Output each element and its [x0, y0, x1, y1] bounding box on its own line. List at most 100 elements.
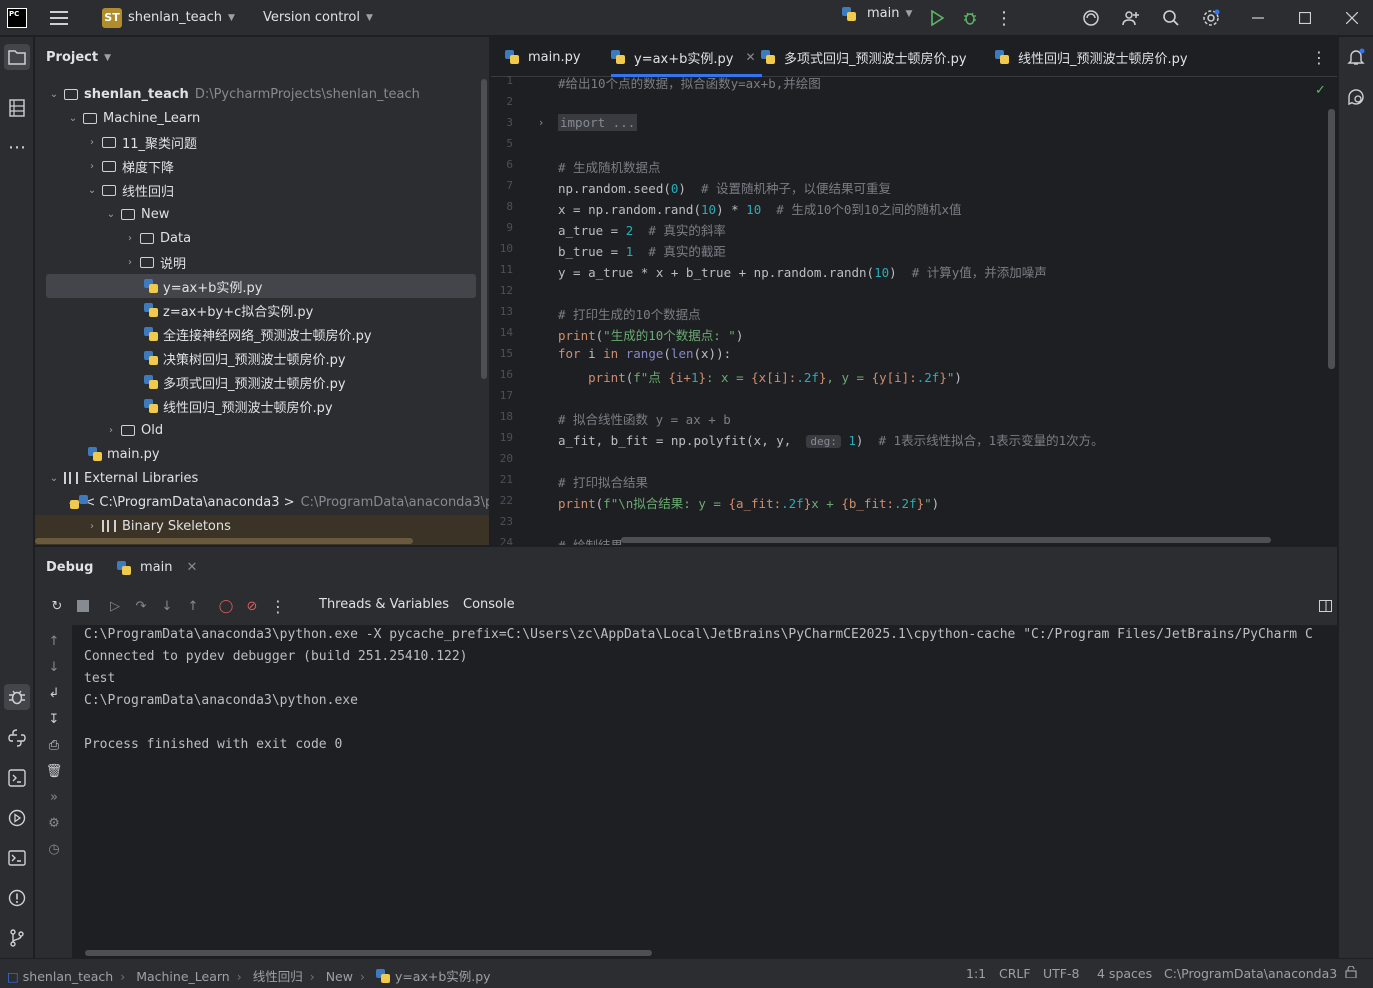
history-clock-icon[interactable]: ◷	[45, 840, 63, 858]
chevron-right-icon[interactable]: ›	[86, 161, 98, 172]
step-into-icon[interactable]: ↓	[158, 597, 176, 615]
close-tab-icon[interactable]: ✕	[186, 560, 197, 575]
code-line[interactable]: np.random.seed(0) # 设置随机种子，以便结果可重复	[558, 178, 891, 197]
interpreter-widget[interactable]: C:\ProgramData\anaconda3	[1164, 966, 1337, 981]
chevron-down-icon[interactable]: ⌄	[105, 209, 117, 220]
tree-item-file[interactable]: 决策树回归_预测波士顿房价.py	[35, 346, 489, 370]
step-over-icon[interactable]: ↷	[132, 597, 150, 615]
tree-item-linear-regression[interactable]: ⌄ 线性回归	[35, 178, 489, 202]
chevron-right-icon[interactable]: ›	[124, 257, 136, 268]
ai-chat-icon[interactable]	[1343, 84, 1369, 110]
project-scrollbar-horizontal[interactable]	[35, 538, 413, 544]
tree-item-binary-skeletons[interactable]: › Binary Skeletons	[35, 514, 489, 538]
tree-item-main-py[interactable]: main.py	[35, 442, 489, 466]
tab-options-icon[interactable]: ⋮	[1311, 37, 1327, 77]
scroll-to-end-icon[interactable]: ↧	[45, 710, 63, 728]
chevron-right-icon[interactable]: ›	[105, 425, 117, 436]
tree-item-new[interactable]: ⌄ New	[35, 202, 489, 226]
structure-icon[interactable]	[4, 95, 30, 121]
maximize-icon[interactable]	[1292, 5, 1318, 31]
run-icon[interactable]	[924, 5, 950, 31]
tree-item-selected-file[interactable]: y=ax+b实例.py	[46, 274, 476, 298]
add-user-icon[interactable]	[1118, 5, 1144, 31]
code-line[interactable]: x = np.random.rand(10) * 10 # 生成10个0到10之…	[558, 199, 962, 218]
caret-position[interactable]: 1:1	[966, 966, 986, 981]
chevron-right-icon[interactable]: ›	[86, 137, 98, 148]
code-line[interactable]: print("生成的10个数据点: ")	[558, 325, 743, 344]
tab-threads-variables[interactable]: Threads & Variables	[319, 597, 449, 612]
breadcrumb-item[interactable]: y=ax+b实例.py	[395, 969, 491, 984]
search-icon[interactable]	[1158, 5, 1184, 31]
code-line[interactable]: import ...	[558, 114, 638, 131]
project-scrollbar-vertical[interactable]	[481, 79, 487, 379]
settings-gear-icon[interactable]	[1198, 5, 1224, 31]
soft-wrap-icon[interactable]: ↲	[45, 684, 63, 702]
tree-item-file[interactable]: 全连接神经网络_预测波士顿房价.py	[35, 322, 489, 346]
chevron-down-icon[interactable]: ⌄	[48, 473, 60, 484]
tree-item-machine-learn[interactable]: ⌄ Machine_Learn	[35, 106, 489, 130]
close-icon[interactable]	[1339, 5, 1365, 31]
clear-trash-icon[interactable]: 🗑	[45, 762, 63, 780]
more-options-icon[interactable]: ⋮	[269, 597, 287, 616]
code-line[interactable]: print(f"点 {i+1}: x = {x[i]:.2f}, y = {y[…	[558, 367, 962, 386]
code-line[interactable]: a_true = 2 # 真实的斜率	[558, 220, 726, 239]
code-line[interactable]: y = a_true * x + b_true + np.random.rand…	[558, 262, 1047, 281]
notifications-bell-icon[interactable]	[1343, 44, 1369, 70]
tab-active-file[interactable]: y=ax+b实例.py ✕	[611, 37, 762, 77]
mute-breakpoints-icon[interactable]: ⊘	[243, 597, 261, 615]
project-panel-title[interactable]: Project ▼	[46, 50, 111, 65]
chevron-down-icon[interactable]: ⌄	[48, 89, 60, 100]
step-out-icon[interactable]: ↑	[184, 597, 202, 615]
tree-item-external-libraries[interactable]: ⌄ External Libraries	[35, 466, 489, 490]
code-line[interactable]: print(f"\n拟合结果: y = {a_fit:.2f}x + {b_fi…	[558, 493, 939, 512]
line-separator[interactable]: CRLF	[999, 966, 1031, 981]
breadcrumb-item[interactable]: Machine_Learn	[136, 969, 230, 984]
code-line[interactable]: #给出10个点的数据，拟合函数y=ax+b,并绘图	[558, 73, 821, 92]
code-line[interactable]: for i in range(len(x)):	[558, 346, 731, 361]
python-console-icon[interactable]: ⚙	[45, 814, 63, 832]
pycharm-logo-icon[interactable]: PC	[7, 7, 27, 28]
code-line[interactable]: a_fit, b_fit = np.polyfit(x, y, deg: 1) …	[558, 430, 1104, 449]
breadcrumb-item[interactable]: New	[326, 969, 353, 984]
folded-imports[interactable]: import ...	[558, 114, 638, 131]
console-output[interactable]: C:\ProgramData\anaconda3\python.exe -X p…	[72, 625, 1337, 959]
tree-item-docs[interactable]: › 说明	[35, 250, 489, 274]
stop-icon[interactable]	[74, 597, 92, 615]
run-config-widget[interactable]: main ▼	[842, 6, 912, 21]
code-line[interactable]: # 生成随机数据点	[558, 157, 661, 176]
terminal-icon[interactable]	[4, 845, 30, 871]
python-console-icon[interactable]	[4, 765, 30, 791]
print-icon[interactable]: ⎙	[45, 736, 63, 754]
code-line[interactable]: # 绘制结果	[558, 535, 623, 545]
resume-icon[interactable]: ▷	[106, 597, 124, 615]
tab-polynomial-regression[interactable]: 多项式回归_预测波士顿房价.py	[761, 37, 967, 77]
scroll-up-icon[interactable]: ↑	[45, 632, 63, 650]
code-line[interactable]: b_true = 1 # 真实的截距	[558, 241, 726, 260]
chevron-right-icon[interactable]: ›	[124, 233, 136, 244]
problems-icon[interactable]	[4, 885, 30, 911]
tab-main-py[interactable]: main.py	[505, 37, 581, 77]
editor-scrollbar-vertical[interactable]	[1328, 109, 1335, 369]
tab-linear-regression[interactable]: 线性回归_预测波士顿房价.py	[995, 37, 1188, 77]
tree-item-old[interactable]: › Old	[35, 418, 489, 442]
scroll-down-icon[interactable]: ↓	[45, 658, 63, 676]
editor-scrollbar-horizontal[interactable]	[621, 537, 1271, 543]
ai-assistant-icon[interactable]	[1078, 5, 1104, 31]
services-icon[interactable]	[4, 805, 30, 831]
code-line[interactable]: # 打印拟合结果	[558, 472, 648, 491]
chevron-down-icon[interactable]: ⌄	[86, 185, 98, 196]
debug-bug-icon[interactable]	[4, 684, 30, 710]
breadcrumb-item[interactable]: 线性回归	[253, 969, 303, 984]
view-breakpoints-icon[interactable]: ◯	[217, 597, 235, 615]
debug-icon[interactable]	[957, 5, 983, 31]
tree-item-file[interactable]: 线性回归_预测波士顿房价.py	[35, 394, 489, 418]
version-control-widget[interactable]: Version control ▼	[263, 10, 373, 25]
expand-icon[interactable]: »	[45, 788, 63, 806]
no-problems-check-icon[interactable]: ✓	[1315, 83, 1326, 98]
tree-item-clustering[interactable]: › 11_聚类问题	[35, 130, 489, 154]
project-widget[interactable]: ST shenlan_teach ▼	[102, 7, 235, 28]
lock-icon[interactable]	[1345, 965, 1357, 981]
more-actions-icon[interactable]: ⋮	[991, 5, 1017, 31]
code-line[interactable]: # 拟合线性函数 y = ax + b	[558, 409, 731, 428]
chevron-down-icon[interactable]: ⌄	[67, 113, 79, 124]
